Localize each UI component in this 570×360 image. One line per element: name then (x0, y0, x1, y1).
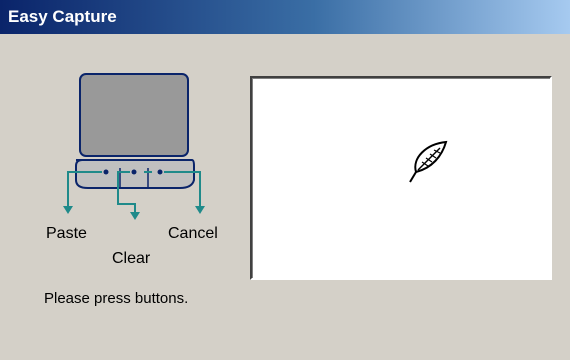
window-title: Easy Capture (8, 7, 117, 26)
status-message: Please press buttons. (44, 290, 189, 307)
cancel-button-point (157, 169, 163, 175)
clear-button-point (131, 169, 137, 175)
cancel-label: Cancel (168, 225, 218, 242)
paste-button-point (103, 169, 109, 175)
device-screen (79, 73, 189, 157)
clear-label: Clear (112, 250, 151, 267)
paste-label: Paste (46, 225, 87, 242)
signature-pad-diagram (63, 73, 205, 220)
signature-area[interactable] (250, 76, 552, 280)
feather-pen-icon (409, 140, 448, 183)
title-bar: Easy Capture (0, 0, 570, 34)
